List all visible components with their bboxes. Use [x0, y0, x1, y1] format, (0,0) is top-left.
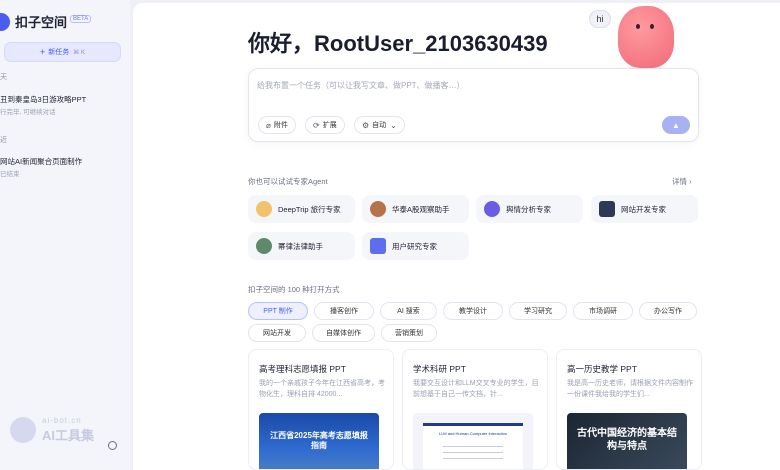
chevron-right-icon: › [689, 177, 692, 186]
shortcut-hint: ⌘ K [73, 49, 85, 56]
sidebar: 扣子空间 BETA + 新任务 ⌘ K 天 丑到秦皇岛3日游攻略PPT 行完毕,… [0, 0, 130, 470]
tab-research[interactable]: 学习研究 [509, 302, 567, 320]
auto-icon: ⚙ [362, 120, 370, 130]
card-title: 高考理科志愿填报 PPT [259, 364, 346, 374]
tab-market[interactable]: 市场调研 [573, 302, 633, 320]
tab-podcast[interactable]: 播客创作 [314, 302, 374, 320]
logo-text: 扣子空间 [15, 15, 68, 30]
card-thumbnail: LLM and Human-Computer Interaction [413, 413, 533, 469]
agent-card[interactable]: 网站开发专家 [591, 195, 698, 223]
mascot-eye [636, 24, 640, 29]
agent-name: 用户研究专家 [392, 241, 437, 251]
document-preview: LLM and Human-Computer Interaction [423, 423, 523, 469]
agent-avatar-icon [256, 201, 272, 217]
card-title: 高一历史教学 PPT [567, 364, 637, 374]
new-task-label: 新任务 [48, 49, 70, 56]
card-description: 我要交互设计和LLM交叉专业的学生，目前想基于自己一传文档，针... [413, 380, 539, 398]
logo-icon [0, 12, 10, 31]
example-card[interactable]: 高一历史教学 PPT 我是高一历史老师，请根据文件内容制作一份课件我给我的学生们… [556, 349, 702, 470]
card-description: 我的一个亲戚孩子今年在江西省高考，考物化生，理科自排 42000... [259, 380, 385, 398]
thumbnail-title: 江西省2025年高考志愿填报指南 [270, 431, 368, 450]
mascot-speech-bubble: hi [589, 10, 611, 28]
agent-card[interactable]: 舆情分析专家 [476, 195, 583, 223]
agent-avatar-icon [599, 201, 615, 217]
agent-avatar-icon [256, 238, 272, 254]
app-logo[interactable]: 扣子空间 BETA [0, 12, 92, 31]
clock-icon[interactable] [108, 441, 117, 450]
send-icon: ▲ [672, 120, 680, 130]
history-group-label: 近 [0, 137, 7, 144]
card-thumbnail: 古代中国经济的基本结构与特点 [567, 413, 687, 469]
thumbnail-title: 古代中国经济的基本结构与特点 [577, 428, 677, 452]
card-thumbnail: 江西省2025年高考志愿填报指南 [259, 413, 379, 469]
example-card[interactable]: 高考理科志愿填报 PPT 我的一个亲戚孩子今年在江西省高考，考物化生，理科自排 … [248, 349, 394, 470]
agent-name: 舆情分析专家 [506, 204, 551, 214]
task-input[interactable] [257, 77, 677, 93]
thumbnail-title: LLM and Human-Computer Interaction [438, 431, 508, 436]
extend-label: 扩展 [322, 122, 337, 129]
tab-ai-search[interactable]: AI 搜索 [380, 302, 437, 320]
agent-avatar-icon [370, 238, 386, 254]
agent-avatar-icon [484, 201, 500, 217]
card-title: 学术科研 PPT [413, 364, 466, 374]
task-input-card: ⌀ 附件 ⟳ 扩展 ⚙ 自动 ⌄ ▲ [248, 68, 699, 142]
tab-office[interactable]: 办公写作 [639, 302, 697, 320]
mascot-eye [650, 24, 654, 29]
agent-name: 华泰A股观察助手 [392, 204, 450, 214]
mascot-icon [618, 6, 674, 68]
new-task-button[interactable]: + 新任务 ⌘ K [4, 42, 121, 62]
chevron-down-icon: ⌄ [390, 120, 397, 130]
agent-name: 幂律法律助手 [278, 241, 323, 251]
doc-line [443, 452, 503, 453]
plus-icon: + [40, 47, 46, 57]
doc-line [443, 458, 503, 459]
history-item-title[interactable]: 丑到秦皇岛3日游攻略PPT [0, 94, 86, 105]
auto-mode-dropdown[interactable]: ⚙ 自动 ⌄ [354, 116, 405, 134]
example-card[interactable]: 学术科研 PPT 我要交互设计和LLM交叉专业的学生，目前想基于自己一传文档，针… [402, 349, 548, 470]
send-button[interactable]: ▲ [662, 116, 690, 134]
auto-label: 自动 [372, 122, 387, 129]
agent-card[interactable]: 幂律法律助手 [248, 232, 355, 260]
details-label: 详情 [672, 177, 687, 186]
tab-self-media[interactable]: 自媒体创作 [312, 324, 375, 342]
agent-name: 网站开发专家 [621, 204, 666, 214]
tab-ppt[interactable]: PPT 制作 [248, 302, 308, 320]
watermark: ai-bot.cn AI工具集 [10, 416, 120, 444]
watermark-line2: AI工具集 [42, 428, 95, 443]
paperclip-icon: ⌀ [266, 120, 271, 130]
tab-teaching[interactable]: 教学设计 [443, 302, 503, 320]
doc-line [443, 446, 503, 447]
agent-card[interactable]: 华泰A股观察助手 [362, 195, 469, 223]
tab-web-dev[interactable]: 网站开发 [248, 324, 306, 342]
history-item-subtitle: 已结束 [0, 171, 20, 178]
agent-name: DeepTrip 旅行专家 [278, 204, 341, 214]
card-description: 我是高一历史老师，请根据文件内容制作一份课件我给我的学生们... [567, 380, 693, 398]
attach-button[interactable]: ⌀ 附件 [258, 116, 296, 134]
greeting-title: 你好，RootUser_2103630439 [248, 31, 548, 56]
expand-icon: ⟳ [313, 120, 320, 130]
agents-section-label: 你也可以试试专家Agent [248, 177, 328, 186]
tab-marketing[interactable]: 营销策划 [381, 324, 437, 342]
attach-label: 附件 [273, 122, 288, 129]
history-group-label: 天 [0, 74, 7, 81]
history-item-title[interactable]: 网站AI新闻聚合页面制作 [0, 156, 82, 167]
history-item-subtitle: 行完毕, 可继续对话 [0, 109, 56, 116]
agent-card[interactable]: 用户研究专家 [362, 232, 469, 260]
agent-card[interactable]: DeepTrip 旅行专家 [248, 195, 355, 223]
watermark-line1: ai-bot.cn [42, 416, 82, 425]
beta-badge: BETA [70, 14, 92, 23]
agent-avatar-icon [370, 201, 386, 217]
extend-button[interactable]: ⟳ 扩展 [305, 116, 345, 134]
watermark-logo-icon [10, 417, 36, 443]
details-link[interactable]: 详情 › [672, 176, 692, 187]
uses-section-label: 扣子空间的 100 种打开方式 [248, 285, 340, 294]
